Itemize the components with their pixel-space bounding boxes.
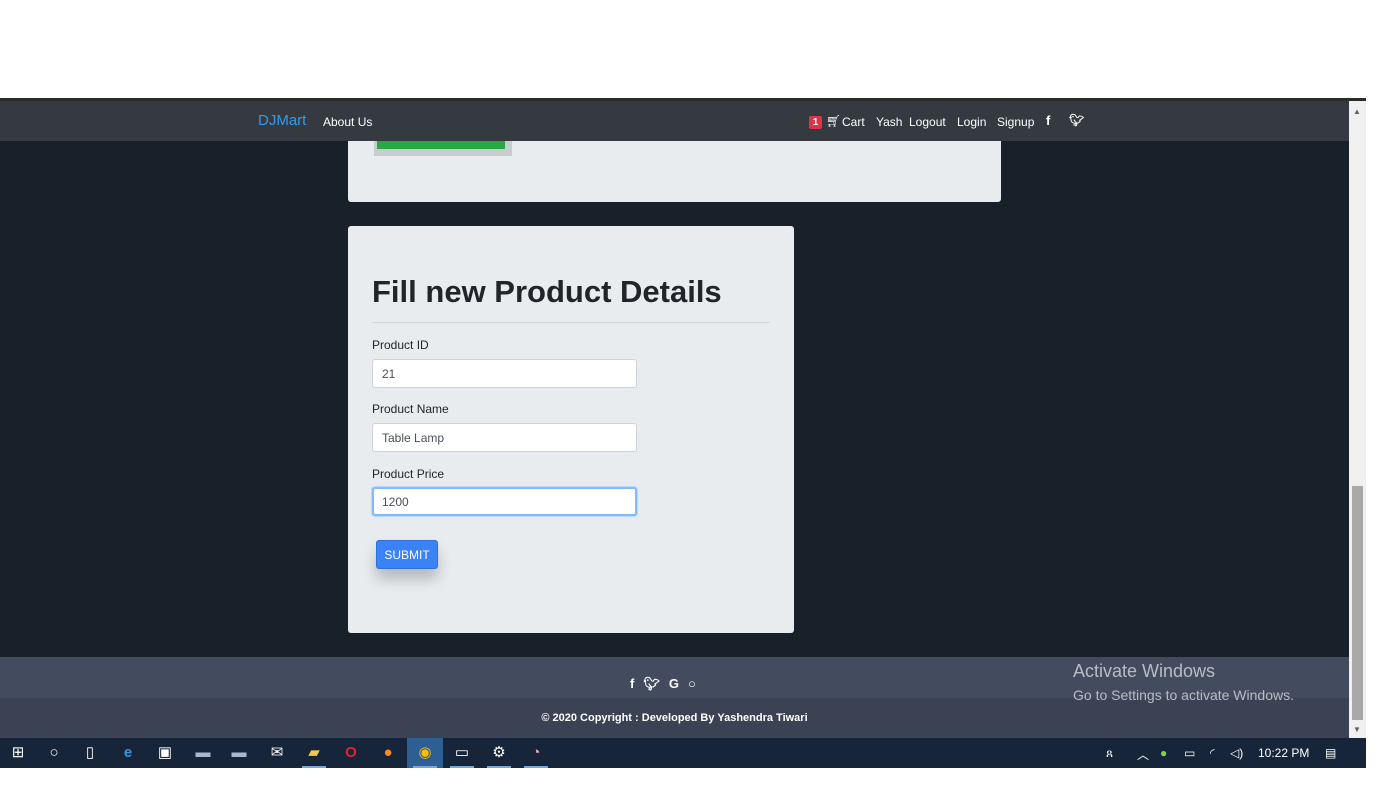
scrollbar[interactable]: ▲ ▼ <box>1349 101 1366 738</box>
product-price-label: Product Price <box>372 467 445 481</box>
paint-icon[interactable]: ◔ <box>518 738 554 768</box>
form-divider <box>372 322 770 323</box>
notifications-icon[interactable]: ▤ <box>1325 746 1336 760</box>
previous-card <box>348 141 1001 202</box>
nav-about-us[interactable]: About Us <box>323 115 372 129</box>
chevron-up-icon[interactable]: ︿ <box>1137 746 1149 763</box>
facebook-icon[interactable]: f <box>630 676 634 691</box>
running-indicator <box>450 766 474 768</box>
twitter-icon[interactable]: 🐦︎ <box>643 676 660 691</box>
scroll-down-icon[interactable]: ▼ <box>1353 725 1361 734</box>
product-id-label: Product ID <box>372 338 429 352</box>
scroll-thumb[interactable] <box>1352 486 1363 720</box>
footer-bottom: © 2020 Copyright : Developed By Yashendr… <box>0 698 1349 738</box>
nav-user[interactable]: Yash <box>876 115 902 129</box>
submit-button[interactable]: SUBMIT <box>376 540 438 569</box>
product-name-input[interactable] <box>372 423 637 452</box>
running-indicator <box>487 766 511 768</box>
green-button[interactable] <box>377 141 505 149</box>
nav-cart[interactable]: Cart <box>842 115 865 129</box>
file-explorer-icon[interactable]: ▰ <box>296 738 332 768</box>
security-icon[interactable]: ● <box>1160 746 1167 760</box>
product-form-card: Fill new Product Details Product ID Prod… <box>348 226 794 633</box>
running-indicator <box>524 766 548 768</box>
product-price-input[interactable] <box>372 487 637 516</box>
nav-login[interactable]: Login <box>957 115 986 129</box>
navbar: DJMart About Us 1 🛒︎ Cart Yash Logout Lo… <box>0 101 1349 141</box>
scroll-up-icon[interactable]: ▲ <box>1353 107 1361 116</box>
battery-icon[interactable]: ▭ <box>1184 746 1195 760</box>
nav-logout[interactable]: Logout <box>909 115 946 129</box>
nav-signup[interactable]: Signup <box>997 115 1034 129</box>
mail-icon[interactable]: ✉ <box>259 738 295 768</box>
brand-link[interactable]: DJMart <box>258 112 306 129</box>
running-indicator <box>302 766 326 768</box>
activate-windows-watermark: Activate Windows Go to Settings to activ… <box>1073 661 1294 703</box>
product-name-label: Product Name <box>372 402 449 416</box>
chrome-icon[interactable]: ◉ <box>407 738 443 768</box>
opera-icon[interactable]: O <box>333 738 369 768</box>
people-icon[interactable]: ጸ <box>1106 746 1113 761</box>
app-icon-1[interactable]: ▬ <box>185 738 221 768</box>
firefox-icon[interactable]: ● <box>370 738 406 768</box>
browser-viewport: Fill new Product Details Product ID Prod… <box>0 98 1366 738</box>
cart-icon[interactable]: 🛒︎ <box>826 114 841 128</box>
github-icon[interactable]: ○ <box>688 676 696 691</box>
facebook-icon[interactable]: f <box>1046 113 1050 128</box>
store-icon[interactable]: ▣ <box>147 738 183 768</box>
windows-taskbar: ⊞ ○ ▯ e ▣ ▬ ▬ ✉ ▰ O ● ◉ ▭ ⚙ ◔ ጸ ︿ ● ▭ ◜ … <box>0 738 1366 768</box>
settings-app-icon[interactable]: ⚙ <box>481 738 517 768</box>
cart-count-badge: 1 <box>809 116 822 129</box>
watermark-line1: Activate Windows <box>1073 661 1216 681</box>
start-icon[interactable]: ⊞ <box>0 738 36 768</box>
edge-icon[interactable]: e <box>110 738 146 768</box>
watermark-line2: Go to Settings to activate Windows. <box>1073 687 1294 703</box>
footer-social-icons: f 🐦︎ G ○ <box>630 676 705 692</box>
app-icon-2[interactable]: ▬ <box>221 738 257 768</box>
green-button-shadow <box>374 141 512 156</box>
terminal-icon[interactable]: ▭ <box>444 738 480 768</box>
product-id-input[interactable] <box>372 359 637 388</box>
copyright-text: © 2020 Copyright : Developed By Yashendr… <box>541 712 808 724</box>
form-title: Fill new Product Details <box>372 274 722 309</box>
volume-icon[interactable]: ◁) <box>1230 746 1243 760</box>
clock[interactable]: 10:22 PM <box>1258 746 1309 760</box>
search-icon[interactable]: ○ <box>36 738 72 768</box>
task-view-icon[interactable]: ▯ <box>72 738 108 768</box>
google-icon[interactable]: G <box>669 676 679 691</box>
wifi-icon[interactable]: ◜ <box>1210 746 1215 760</box>
twitter-icon[interactable]: 🐦︎ <box>1069 113 1084 127</box>
running-indicator <box>413 766 437 768</box>
